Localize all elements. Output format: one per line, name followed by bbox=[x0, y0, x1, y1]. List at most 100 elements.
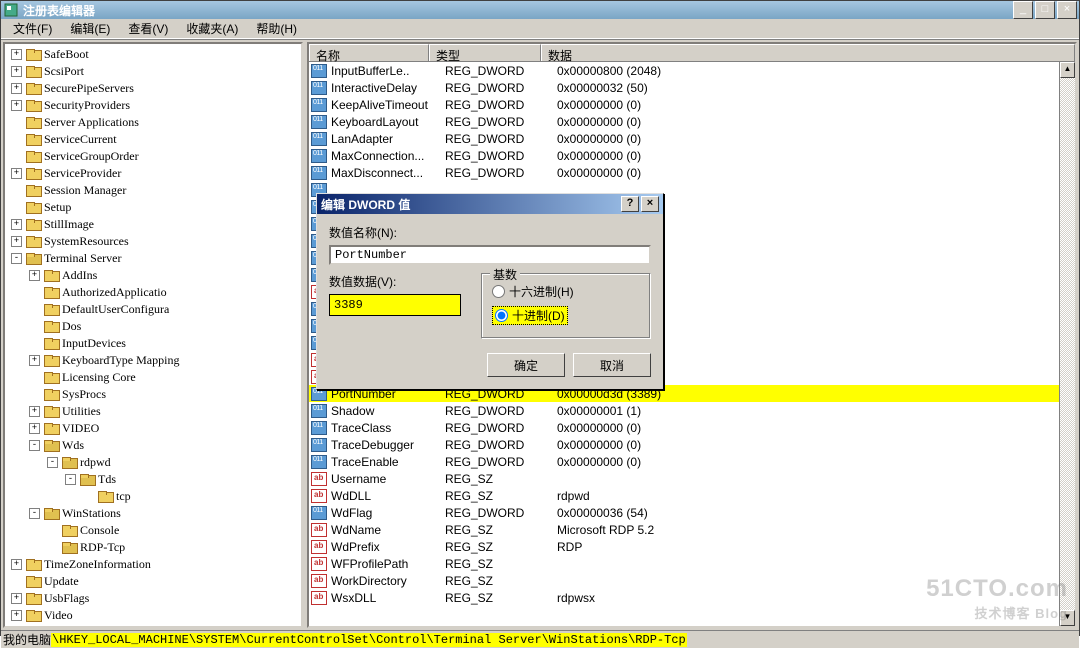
expand-icon[interactable]: + bbox=[29, 270, 40, 281]
tree-label[interactable]: ScsiPort bbox=[44, 63, 84, 80]
expand-icon[interactable]: - bbox=[65, 474, 76, 485]
tree-label[interactable]: ServiceGroupOrder bbox=[44, 148, 139, 165]
list-row[interactable]: WdDLLREG_SZrdpwd bbox=[309, 487, 1059, 504]
tree-label[interactable]: ServiceProvider bbox=[44, 165, 121, 182]
tree-label[interactable]: SecurityProviders bbox=[44, 97, 130, 114]
tree-node[interactable]: +ScsiPort bbox=[11, 63, 301, 80]
tree-label[interactable]: Video bbox=[44, 607, 73, 624]
expand-icon[interactable]: + bbox=[11, 49, 22, 60]
list-row[interactable]: KeyboardLayoutREG_DWORD0x00000000 (0) bbox=[309, 113, 1059, 130]
tree-node[interactable]: + Utilities bbox=[11, 403, 301, 420]
tree-node[interactable]: Session Manager bbox=[11, 182, 301, 199]
expand-icon[interactable]: + bbox=[29, 406, 40, 417]
list-row[interactable]: UsernameREG_SZ bbox=[309, 470, 1059, 487]
list-row[interactable]: InteractiveDelayREG_DWORD0x00000032 (50) bbox=[309, 79, 1059, 96]
tree-label[interactable]: Setup bbox=[44, 199, 71, 216]
radio-dec[interactable]: 十进制(D) bbox=[492, 306, 568, 325]
tree-label[interactable]: SecurePipeServers bbox=[44, 80, 134, 97]
expand-icon[interactable]: - bbox=[11, 253, 22, 264]
expand-icon[interactable]: + bbox=[11, 593, 22, 604]
tree-node[interactable]: + TimeZoneInformation bbox=[11, 556, 301, 573]
tree-node[interactable]: -Tds bbox=[11, 471, 301, 488]
tree-node[interactable]: -WinStations bbox=[11, 505, 301, 522]
tree-node[interactable]: SysProcs bbox=[11, 386, 301, 403]
maximize-button[interactable]: □ bbox=[1035, 1, 1055, 19]
tree-label[interactable]: AuthorizedApplicatio bbox=[62, 284, 167, 301]
menu-file[interactable]: 文件(F) bbox=[5, 18, 60, 39]
minimize-button[interactable]: _ bbox=[1013, 1, 1033, 19]
tree-label[interactable]: ServiceCurrent bbox=[44, 131, 117, 148]
ok-button[interactable]: 确定 bbox=[487, 353, 565, 377]
radio-dec-input[interactable] bbox=[495, 309, 508, 322]
tree-node[interactable]: - Terminal Server bbox=[11, 250, 301, 267]
tree-node[interactable]: + Video bbox=[11, 607, 301, 624]
tree-node[interactable]: + ServiceProvider bbox=[11, 165, 301, 182]
tree-node[interactable]: Dos bbox=[11, 318, 301, 335]
tree-label[interactable]: SysProcs bbox=[62, 386, 106, 403]
titlebar[interactable]: 注册表编辑器 _ □ × bbox=[1, 1, 1079, 19]
tree-label[interactable]: DefaultUserConfigura bbox=[62, 301, 169, 318]
tree-node[interactable]: -Wds bbox=[11, 437, 301, 454]
scroll-track[interactable] bbox=[1060, 78, 1075, 610]
list-row[interactable]: WdPrefixREG_SZRDP bbox=[309, 538, 1059, 555]
tree-label[interactable]: VIDEO bbox=[62, 420, 99, 437]
tree-node[interactable]: +StillImage bbox=[11, 216, 301, 233]
col-header-type[interactable]: 类型 bbox=[429, 44, 541, 61]
list-row[interactable]: ShadowREG_DWORD0x00000001 (1) bbox=[309, 402, 1059, 419]
tree-label[interactable]: Terminal Server bbox=[44, 250, 121, 267]
tree-label[interactable]: Update bbox=[44, 573, 79, 590]
tree-label[interactable]: Session Manager bbox=[44, 182, 126, 199]
tree-node[interactable]: Console bbox=[11, 522, 301, 539]
list-row[interactable]: TraceClassREG_DWORD0x00000000 (0) bbox=[309, 419, 1059, 436]
tree-node[interactable]: + AddIns bbox=[11, 267, 301, 284]
list-row[interactable]: WdNameREG_SZMicrosoft RDP 5.2 bbox=[309, 521, 1059, 538]
value-name-input[interactable] bbox=[329, 245, 651, 265]
col-header-name[interactable]: 名称 bbox=[309, 44, 429, 61]
list-row[interactable]: MaxDisconnect...REG_DWORD0x00000000 (0) bbox=[309, 164, 1059, 181]
menu-help[interactable]: 帮助(H) bbox=[248, 18, 305, 39]
tree-label[interactable]: Wds bbox=[62, 437, 84, 454]
menu-fav[interactable]: 收藏夹(A) bbox=[178, 18, 246, 39]
tree-label[interactable]: TimeZoneInformation bbox=[44, 556, 151, 573]
dialog-close-button[interactable]: × bbox=[641, 196, 659, 212]
list-row[interactable]: WsxDLLREG_SZrdpwsx bbox=[309, 589, 1059, 606]
tree-label[interactable]: Dos bbox=[62, 318, 81, 335]
tree-node[interactable]: Setup bbox=[11, 199, 301, 216]
list-row[interactable]: LanAdapterREG_DWORD0x00000000 (0) bbox=[309, 130, 1059, 147]
tree-label[interactable]: Server Applications bbox=[44, 114, 139, 131]
tree-label[interactable]: UsbFlags bbox=[44, 590, 89, 607]
radio-hex[interactable]: 十六进制(H) bbox=[492, 283, 640, 300]
tree-label[interactable]: KeyboardType Mapping bbox=[62, 352, 179, 369]
tree-node[interactable]: +SafeBoot bbox=[11, 46, 301, 63]
close-button[interactable]: × bbox=[1057, 1, 1077, 19]
tree-node[interactable]: ServiceGroupOrder bbox=[11, 148, 301, 165]
tree-node[interactable]: Licensing Core bbox=[11, 369, 301, 386]
tree-label[interactable]: SystemResources bbox=[44, 233, 129, 250]
expand-icon[interactable]: + bbox=[11, 559, 22, 570]
expand-icon[interactable]: + bbox=[11, 236, 22, 247]
tree-label[interactable]: Licensing Core bbox=[62, 369, 136, 386]
list-row[interactable]: TraceEnableREG_DWORD0x00000000 (0) bbox=[309, 453, 1059, 470]
expand-icon[interactable]: + bbox=[11, 168, 22, 179]
list-row[interactable]: InputBufferLe..REG_DWORD0x00000800 (2048… bbox=[309, 62, 1059, 79]
tree-label[interactable]: WinStations bbox=[62, 505, 121, 522]
tree-label[interactable]: AddIns bbox=[62, 267, 97, 284]
tree-label[interactable]: Console bbox=[80, 522, 119, 539]
list-row[interactable]: WFProfilePathREG_SZ bbox=[309, 555, 1059, 572]
expand-icon[interactable]: + bbox=[29, 355, 40, 366]
tree-label[interactable]: StillImage bbox=[44, 216, 94, 233]
expand-icon[interactable]: + bbox=[29, 423, 40, 434]
tree-label[interactable]: InputDevices bbox=[62, 335, 126, 352]
expand-icon[interactable]: - bbox=[47, 457, 58, 468]
tree-label[interactable]: Utilities bbox=[62, 403, 101, 420]
expand-icon[interactable]: + bbox=[11, 610, 22, 621]
tree-node[interactable]: Update bbox=[11, 573, 301, 590]
cancel-button[interactable]: 取消 bbox=[573, 353, 651, 377]
radio-hex-input[interactable] bbox=[492, 285, 505, 298]
expand-icon[interactable]: + bbox=[11, 83, 22, 94]
expand-icon[interactable]: + bbox=[11, 100, 22, 111]
scroll-down-button[interactable]: ▼ bbox=[1060, 610, 1075, 626]
tree-node[interactable]: Server Applications bbox=[11, 114, 301, 131]
list-row[interactable]: TraceDebuggerREG_DWORD0x00000000 (0) bbox=[309, 436, 1059, 453]
scroll-up-button[interactable]: ▲ bbox=[1060, 62, 1075, 78]
